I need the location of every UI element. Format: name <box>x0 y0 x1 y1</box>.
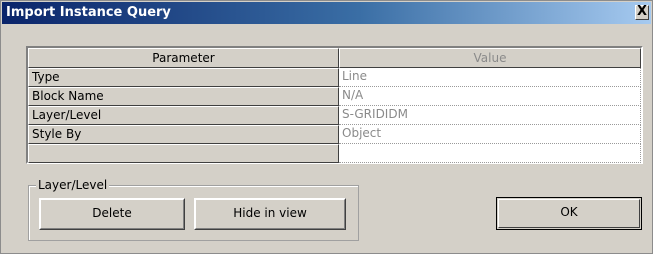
hide-in-view-button[interactable]: Hide in view <box>194 198 346 230</box>
window-title: Import Instance Query <box>6 5 171 20</box>
grid-header: Parameter Value <box>28 48 641 68</box>
column-header-parameter[interactable]: Parameter <box>28 48 339 68</box>
column-header-value[interactable]: Value <box>339 48 641 68</box>
import-instance-query-dialog: Import Instance Query X Parameter Value … <box>0 0 653 254</box>
value-cell[interactable]: N/A <box>339 87 641 106</box>
groupbox-label: Layer/Level <box>36 178 110 192</box>
delete-button-label: Delete <box>92 206 132 220</box>
parameter-cell: Layer/Level <box>28 106 339 125</box>
table-row[interactable]: Layer/Level S-GRIDIDM <box>28 106 641 125</box>
parameter-cell <box>28 144 339 163</box>
parameter-grid: Parameter Value Type Line Block Name N/A… <box>26 46 643 164</box>
hide-in-view-button-label: Hide in view <box>233 206 307 220</box>
parameter-cell: Type <box>28 68 339 87</box>
close-icon: X <box>636 4 648 19</box>
table-row[interactable]: Style By Object <box>28 125 641 144</box>
table-row[interactable] <box>28 144 641 163</box>
ok-button[interactable]: OK <box>496 197 642 230</box>
value-cell[interactable]: Object <box>339 125 641 144</box>
table-row[interactable]: Type Line <box>28 68 641 87</box>
ok-button-label: OK <box>560 205 578 219</box>
parameter-cell: Style By <box>28 125 339 144</box>
value-cell[interactable]: S-GRIDIDM <box>339 106 641 125</box>
value-cell[interactable] <box>339 144 641 163</box>
table-row[interactable]: Block Name N/A <box>28 87 641 106</box>
title-bar[interactable]: Import Instance Query X <box>2 2 651 24</box>
delete-button[interactable]: Delete <box>39 198 185 230</box>
value-cell[interactable]: Line <box>339 68 641 87</box>
close-button[interactable]: X <box>635 5 649 20</box>
parameter-cell: Block Name <box>28 87 339 106</box>
